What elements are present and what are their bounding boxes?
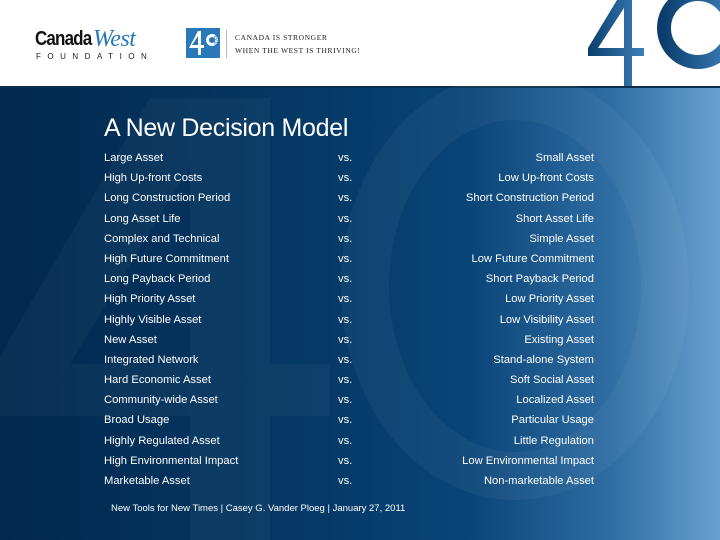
comparison-right-item: Small Asset — [535, 152, 594, 164]
comparison-left-item: Long Asset Life — [104, 212, 181, 225]
tagline-line-1: CANADA IS STRONGER — [235, 33, 328, 42]
comparison-row: Integrated Network vs. Stand-alone System — [104, 352, 594, 372]
comparison-right-item: Existing Asset — [524, 333, 594, 346]
comparison-right-item: Low Future Commitment — [471, 252, 594, 265]
comparison-row: Community-wide Asset vs. Localized Asset — [104, 392, 594, 412]
comparison-separator: vs. — [338, 232, 353, 245]
comparison-left-item: Marketable Asset — [104, 475, 190, 487]
comparison-row: Large Asset vs. Small Asset — [104, 150, 594, 170]
comparison-row: New Asset vs. Existing Asset — [104, 332, 594, 352]
comparison-separator: vs. — [338, 475, 353, 487]
comparison-list: Large Asset vs. Small Asset High Up-front C… — [104, 150, 594, 493]
comparison-left-item: Highly Visible Asset — [104, 313, 202, 326]
logo-name-bold: Canada — [35, 28, 92, 50]
comparison-separator: vs. — [338, 394, 353, 407]
comparison-left-item: Integrated Network — [104, 353, 199, 366]
comparison-right-item: Low Visibility Asset — [499, 313, 594, 326]
comparison-row: High Environmental Impact vs. Low Environm… — [104, 453, 594, 473]
logo-name-italic: West — [93, 26, 136, 52]
comparison-left-item: High Environmental Impact — [104, 454, 239, 467]
comparison-separator: vs. — [338, 152, 353, 164]
comparison-separator: vs. — [338, 333, 353, 346]
comparison-left-item: Highly Regulated Asset — [104, 434, 220, 447]
comparison-right-item: Non-marketable Asset — [483, 475, 594, 487]
comparison-separator: vs. — [338, 252, 353, 265]
comparison-left-item: High Future Commitment — [104, 252, 229, 265]
comparison-right-item: Little Regulation — [513, 434, 594, 447]
comparison-separator: vs. — [338, 273, 353, 286]
comparison-right-item: Low Priority Asset — [505, 293, 594, 306]
comparison-row: Highly Visible Asset vs. Low Visibility As… — [104, 312, 594, 332]
logo-years-label: years — [212, 32, 221, 50]
comparison-right-item: Particular Usage — [511, 414, 594, 427]
comparison-row: High Priority Asset vs. Low Priority Asset — [104, 291, 594, 311]
comparison-right-item: Low Up-front Costs — [498, 172, 594, 185]
comparison-row: Hard Economic Asset vs. Soft Social Asset — [104, 372, 594, 392]
logo-subtitle: FOUNDATION — [36, 52, 154, 61]
comparison-left-item: Broad Usage — [104, 414, 170, 427]
comparison-separator: vs. — [338, 212, 353, 225]
slide-title: A New Decision Model — [104, 114, 349, 142]
comparison-left-item: High Priority Asset — [104, 293, 196, 306]
comparison-row: Marketable Asset vs. Non-marketable Asset — [104, 473, 594, 493]
comparison-right-item: Low Environmental Impact — [462, 454, 594, 467]
comparison-row: Highly Regulated Asset vs. Little Regulati… — [104, 433, 594, 453]
comparison-separator: vs. — [338, 454, 353, 467]
tagline-line-2: WHEN THE WEST IS THRIVING! — [235, 46, 361, 55]
comparison-left-item: Long Payback Period — [104, 273, 211, 286]
comparison-separator: vs. — [338, 192, 353, 205]
comparison-row: Long Asset Life vs. Short Asset Life — [104, 211, 594, 231]
comparison-left-item: Long Construction Period — [104, 192, 231, 205]
comparison-separator: vs. — [338, 293, 353, 306]
large-forty-decoration-icon — [588, 0, 720, 86]
comparison-row: High Up-front Costs vs. Low Up-front Costs — [104, 170, 594, 190]
comparison-right-item: Short Asset Life — [515, 212, 594, 225]
header-divider — [226, 30, 227, 58]
slide-header: Canada West FOUNDATION years CANADA IS S… — [0, 0, 720, 86]
comparison-right-item: Stand-alone System — [493, 353, 594, 366]
comparison-separator: vs. — [338, 374, 353, 387]
comparison-left-item: High Up-front Costs — [104, 172, 203, 185]
comparison-row: Complex and Technical vs. Simple Asset — [104, 231, 594, 251]
comparison-separator: vs. — [338, 353, 353, 366]
comparison-right-item: Simple Asset — [529, 232, 594, 245]
comparison-left-item: Hard Economic Asset — [104, 374, 211, 387]
tagline: CANADA IS STRONGER WHEN THE WEST IS THRI… — [235, 31, 360, 57]
comparison-row: High Future Commitment vs. Low Future Comm… — [104, 251, 594, 271]
comparison-separator: vs. — [338, 414, 353, 427]
comparison-left-item: Complex and Technical — [104, 232, 220, 245]
comparison-right-item: Short Payback Period — [485, 273, 594, 286]
comparison-left-item: Large Asset — [104, 152, 164, 164]
comparison-right-item: Soft Social Asset — [510, 374, 594, 387]
comparison-row: Long Payback Period vs. Short Payback Peri… — [104, 271, 594, 291]
comparison-right-item: Localized Asset — [516, 394, 594, 407]
comparison-separator: vs. — [338, 313, 353, 326]
comparison-right-item: Short Construction Period — [465, 192, 594, 205]
comparison-separator: vs. — [338, 172, 353, 185]
comparison-left-item: Community-wide Asset — [104, 394, 218, 407]
slide-footer: New Tools for New Times | Casey G. Vande… — [111, 503, 406, 514]
comparison-separator: vs. — [338, 434, 353, 447]
comparison-left-item: New Asset — [104, 333, 157, 346]
comparison-row: Broad Usage vs. Particular Usage — [104, 412, 594, 432]
comparison-row: Long Construction Period vs. Short Constru… — [104, 190, 594, 210]
slide-body: A New Decision Model Large Asset vs. Small… — [0, 86, 720, 540]
